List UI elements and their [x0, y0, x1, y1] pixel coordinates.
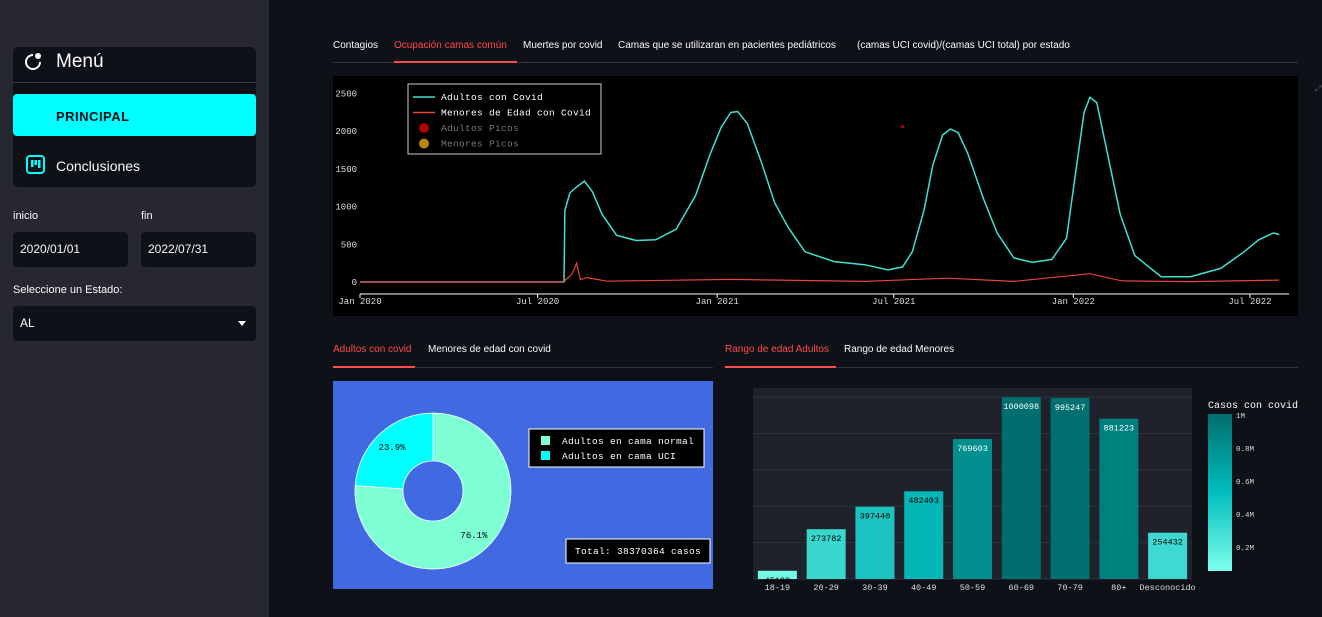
line-chart-legend: Adultos con Covid Menores de Edad con Cov…: [407, 83, 602, 155]
main-tabs: Contagios Ocupación camas común Muertes …: [333, 40, 1298, 63]
bar: [952, 439, 993, 579]
colorbar-tick-label: 1M: [1236, 413, 1246, 421]
legend-entry-label: Menores de Edad con Covid: [441, 108, 591, 119]
bar-category-label: 30-39: [862, 583, 888, 593]
y-tick-label: 1500: [335, 165, 357, 175]
colorbar-title: Casos con covid: [1208, 400, 1298, 412]
bar-value-label: 482403: [908, 496, 939, 506]
pie-legend-label: Adultos en cama normal: [562, 436, 694, 447]
bar-category-label: 20-29: [813, 583, 839, 593]
tab-camas-uci[interactable]: (camas UCI covid)/(camas UCI total) por …: [857, 40, 1070, 51]
state-select[interactable]: AL: [13, 306, 256, 341]
tab-camas-pediatricos[interactable]: Camas que se utilizaran en pacientes ped…: [618, 40, 836, 51]
start-date-label: inicio: [13, 210, 39, 222]
legend-entry-label: Adultos Picos: [441, 123, 519, 134]
pie-slice-label: 76.1%: [460, 531, 488, 541]
pie-legend-swatch: [541, 451, 550, 460]
state-select-value: AL: [20, 316, 35, 330]
start-date-input[interactable]: 2020/01/01: [13, 232, 128, 267]
refresh-icon: [25, 53, 41, 70]
x-tick-label: Jan 2020: [338, 297, 381, 307]
line-chart-svg: 0 500 1000 1500 2000 2500 Jan 2020 Jul 2020 Jan …: [335, 83, 1289, 307]
menu-title: Menú: [56, 51, 104, 72]
active-tab-indicator: [725, 366, 836, 368]
bar-value-label: 881223: [1104, 424, 1135, 434]
expand-icon[interactable]: ⤢: [1315, 84, 1321, 94]
bar: [1001, 397, 1041, 579]
tab-muertes[interactable]: Muertes por covid: [523, 40, 602, 51]
legend-dot-marker: [419, 138, 429, 149]
pie-tabs: Adultos con covid Menores de edad con co…: [333, 344, 713, 368]
tab-rango-adultos[interactable]: Rango de edad Adultos: [725, 344, 829, 355]
x-tick-label: Jul 2022: [1228, 297, 1271, 307]
pie-legend-swatch: [541, 436, 550, 445]
legend-dot-marker: [419, 123, 429, 133]
colorbar-tick-label: 0.6M: [1236, 479, 1255, 487]
bar-category-label: 80+: [1111, 583, 1126, 593]
line-chart: 0 500 1000 1500 2000 2500 Jan 2020 Jul 2020 Jan …: [333, 76, 1298, 316]
bar-value-label: 397440: [860, 512, 891, 522]
x-tick-label: Jul 2020: [516, 297, 559, 307]
pie-slice-label: 23.9%: [379, 443, 407, 453]
end-date-input[interactable]: 2022/07/31: [141, 232, 256, 267]
bar-value-label: 254432: [1152, 538, 1183, 548]
bar: [1099, 418, 1139, 579]
tab-ocupacion-camas[interactable]: Ocupación camas común: [394, 40, 507, 51]
chevron-down-icon: [238, 321, 246, 326]
legend-entry-label: Adultos con Covid: [441, 92, 543, 103]
bar-category-label: 60-69: [1009, 583, 1035, 593]
colorbar-tick-label: 0.8M: [1236, 446, 1255, 454]
bar-value-label: 769603: [957, 444, 988, 454]
series-line-menores: [360, 261, 1280, 283]
bar-category-label: 70-79: [1057, 583, 1083, 593]
x-tick-label: Jan 2021: [696, 297, 739, 307]
bar-chart: 45193 18-19 273782 20-29 397440 30-39 482403 40…: [725, 381, 1322, 595]
bar-category-label: 50-59: [960, 583, 986, 593]
bar-value-label: 273782: [811, 534, 842, 544]
colorbar: [1208, 414, 1232, 571]
y-tick-label: 0: [352, 278, 357, 288]
nav-item-conclusiones-label: Conclusiones: [56, 158, 141, 174]
bar-chart-svg: 4519318-1927378220-2939744030-3948240340…: [753, 388, 1298, 593]
active-tab-indicator: [394, 61, 517, 63]
tab-menores-covid[interactable]: Menores de edad con covid: [428, 344, 551, 355]
colorbar-tick-label: 0.4M: [1236, 512, 1255, 520]
y-tick-label: 2000: [335, 127, 357, 137]
bar-value-label: 995247: [1055, 403, 1086, 413]
bar-tabs: Rango de edad Adultos Rango de edad Meno…: [725, 344, 1298, 368]
colorbar-tick-label: 0.2M: [1236, 545, 1255, 553]
pie-chart-svg: 76.1% 23.9% Adultos en cama normal Adultos …: [354, 412, 711, 570]
tab-contagios[interactable]: Contagios: [333, 40, 378, 51]
end-date-label: fin: [141, 210, 153, 222]
bar-category-label: 18-19: [765, 583, 791, 593]
y-tick-label: 500: [341, 240, 357, 250]
bar-category-label: 40-49: [911, 583, 937, 593]
pie-legend-label: Adultos en cama UCI: [562, 451, 676, 462]
y-tick-label: 2500: [335, 90, 357, 100]
dashboard-icon: [26, 155, 45, 174]
menu-header: Menú: [13, 47, 256, 83]
bar-value-label: 1000098: [1003, 402, 1039, 412]
tab-rango-menores[interactable]: Rango de edad Menores: [844, 344, 954, 355]
sidebar: Menú PRINCIPAL Conclusiones inicio 2020/…: [0, 0, 269, 617]
x-tick-label: Jan 2022: [1052, 297, 1095, 307]
nav-item-principal-label: PRINCIPAL: [56, 109, 130, 124]
bar-category-label: Desconocido: [1140, 583, 1196, 593]
bar: [1050, 397, 1090, 579]
legend-entry-label: Menores Picos: [441, 139, 519, 150]
nav-item-conclusiones[interactable]: Conclusiones: [13, 147, 256, 185]
active-tab-indicator: [333, 366, 415, 368]
state-select-label: Seleccione un Estado:: [13, 284, 123, 296]
y-tick-label: 1000: [335, 203, 357, 213]
tab-adultos-covid[interactable]: Adultos con covid: [333, 344, 411, 355]
menu-box: Menú PRINCIPAL Conclusiones: [13, 47, 256, 187]
pie-total-label: Total: 38370364 casos: [575, 546, 701, 557]
pie-chart: 76.1% 23.9% Adultos en cama normal Adultos …: [333, 381, 713, 589]
x-tick-label: Jul 2021: [872, 297, 915, 307]
nav-item-principal[interactable]: PRINCIPAL: [13, 94, 256, 136]
peak-point: [900, 125, 905, 129]
